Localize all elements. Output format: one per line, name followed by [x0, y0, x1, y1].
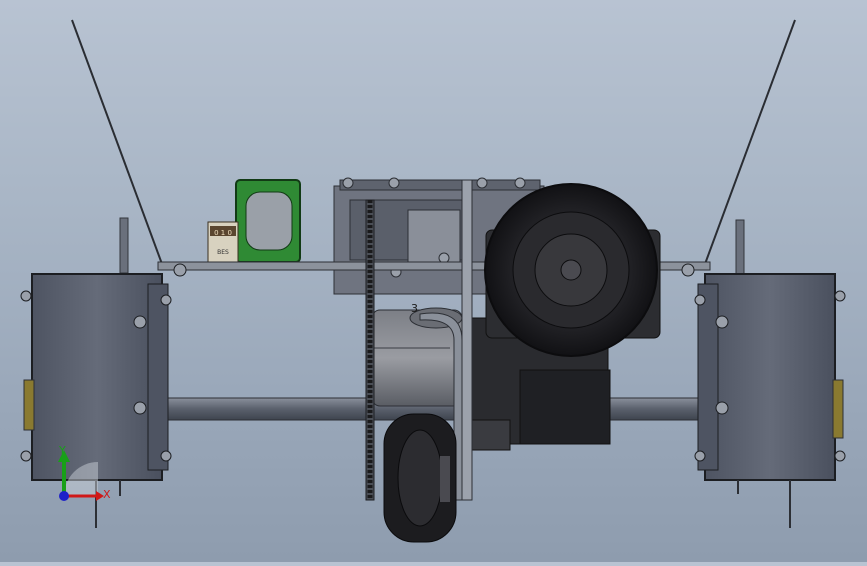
cad-viewport[interactable]: 0 1 0 BES 3 Y X — [0, 0, 867, 562]
circuit-board: 0 1 0 BES — [207, 221, 239, 263]
green-sensor-box — [235, 179, 301, 263]
board-label-top: 0 1 0 — [214, 229, 232, 237]
caster-wheel — [383, 413, 457, 543]
board-label-bottom: BES — [217, 249, 229, 256]
large-drive-wheel — [484, 183, 661, 357]
left-antenna — [71, 19, 163, 265]
right-antenna — [704, 19, 796, 265]
model-render[interactable]: 0 1 0 BES 3 Y X — [0, 0, 867, 562]
triad-y-label: Y — [58, 444, 66, 457]
vertical-strut — [461, 179, 473, 501]
callout-number: 3 — [411, 302, 418, 315]
right-side-box — [681, 263, 846, 528]
triad-x-label: X — [103, 488, 111, 501]
